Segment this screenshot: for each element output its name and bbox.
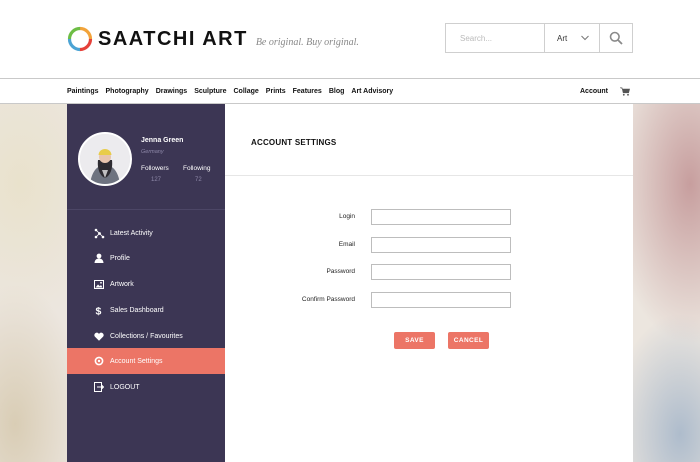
category-select[interactable]: Art (545, 24, 600, 52)
tagline: Be original. Buy original. (255, 36, 359, 48)
sidebar-item-label: Collections / Favourites (110, 332, 183, 340)
confirm-password-label: Confirm Password (301, 296, 355, 303)
account-settings-panel: ACCOUNT SETTINGS Login Email Password Co… (225, 104, 633, 462)
nav-item-drawings[interactable]: Drawings (156, 88, 188, 95)
nav-item-features[interactable]: Features (293, 88, 322, 95)
profile-card: Jenna Green Germany Followers 127 Follow… (67, 104, 225, 210)
search-button[interactable] (600, 24, 632, 52)
logout-icon (93, 381, 105, 393)
gear-icon (93, 355, 105, 367)
image-icon (93, 278, 105, 290)
save-button[interactable]: SAVE (394, 332, 435, 349)
category-selected-value: Art (557, 33, 568, 43)
user-icon (93, 252, 105, 264)
sidebar-item-label: LOGOUT (110, 383, 140, 391)
email-label: Email (338, 241, 355, 248)
activity-icon (93, 227, 105, 239)
followers-label[interactable]: Followers (141, 165, 169, 172)
password-field[interactable] (371, 264, 511, 280)
logo-text: SAATCHI ART (98, 27, 248, 50)
sidebar-item-artwork[interactable]: Artwork (67, 271, 225, 297)
following-label[interactable]: Following (183, 165, 210, 172)
logo[interactable]: SAATCHI ART Be original. Buy original. (67, 26, 359, 52)
followers-count: 127 (151, 177, 162, 183)
account-sidebar: Jenna Green Germany Followers 127 Follow… (67, 104, 239, 462)
svg-text:$: $ (96, 305, 102, 316)
account-link[interactable]: Account (580, 88, 608, 95)
divider (225, 175, 633, 176)
sidebar-item-label: Artwork (110, 280, 134, 288)
confirm-password-field[interactable] (371, 292, 511, 308)
nav-item-sculpture[interactable]: Sculpture (194, 88, 226, 95)
sidebar-item-label: Account Settings (110, 357, 163, 365)
email-field[interactable] (371, 237, 511, 253)
logo-mark-icon (67, 26, 93, 52)
page-title: ACCOUNT SETTINGS (251, 138, 337, 147)
login-field[interactable] (371, 209, 511, 225)
login-label: Login (339, 213, 355, 220)
nav-right: Account (580, 79, 630, 103)
search-bar: Art (445, 23, 633, 53)
search-input[interactable] (446, 24, 545, 52)
nav-item-blog[interactable]: Blog (329, 88, 345, 95)
sidebar-item-label: Sales Dashboard (110, 306, 164, 314)
heart-icon (93, 330, 105, 342)
nav-item-photography[interactable]: Photography (106, 88, 149, 95)
sidebar-item-logout[interactable]: LOGOUT (67, 374, 225, 400)
nav-item-collage[interactable]: Collage (234, 88, 259, 95)
sidebar-item-label: Profile (110, 254, 130, 262)
nav-item-prints[interactable]: Prints (266, 88, 286, 95)
sidebar-item-profile[interactable]: Profile (67, 245, 225, 271)
sidebar-item-sales-dashboard[interactable]: $ Sales Dashboard (67, 297, 225, 323)
search-icon (609, 31, 623, 45)
nav-list: Paintings Photography Drawings Sculpture… (67, 79, 400, 103)
cart-icon[interactable] (620, 87, 630, 96)
site-header: SAATCHI ART Be original. Buy original. A… (0, 0, 700, 78)
nav-item-paintings[interactable]: Paintings (67, 88, 99, 95)
avatar-photo (80, 134, 130, 184)
nav-item-art-advisory[interactable]: Art Advisory (351, 88, 393, 95)
cancel-button[interactable]: CANCEL (448, 332, 489, 349)
sidebar-item-account-settings[interactable]: Account Settings (67, 348, 239, 374)
sidebar-item-collections[interactable]: Collections / Favourites (67, 323, 225, 349)
user-name[interactable]: Jenna Green (141, 137, 183, 144)
user-location: Germany (141, 149, 164, 155)
main-nav: Paintings Photography Drawings Sculpture… (0, 78, 700, 104)
chevron-down-icon (581, 35, 589, 41)
dollar-icon: $ (93, 304, 105, 316)
avatar[interactable] (78, 132, 132, 186)
following-count: 72 (195, 177, 202, 183)
password-label: Password (326, 268, 355, 275)
sidebar-item-latest-activity[interactable]: Latest Activity (67, 220, 225, 246)
sidebar-item-label: Latest Activity (110, 229, 153, 237)
